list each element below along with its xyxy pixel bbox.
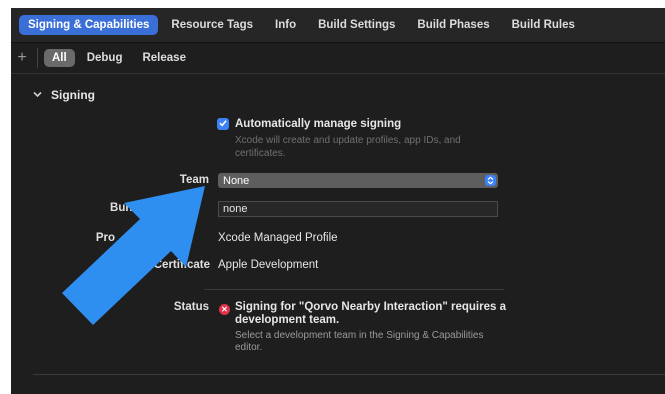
annotation-arrow-icon bbox=[62, 186, 205, 325]
